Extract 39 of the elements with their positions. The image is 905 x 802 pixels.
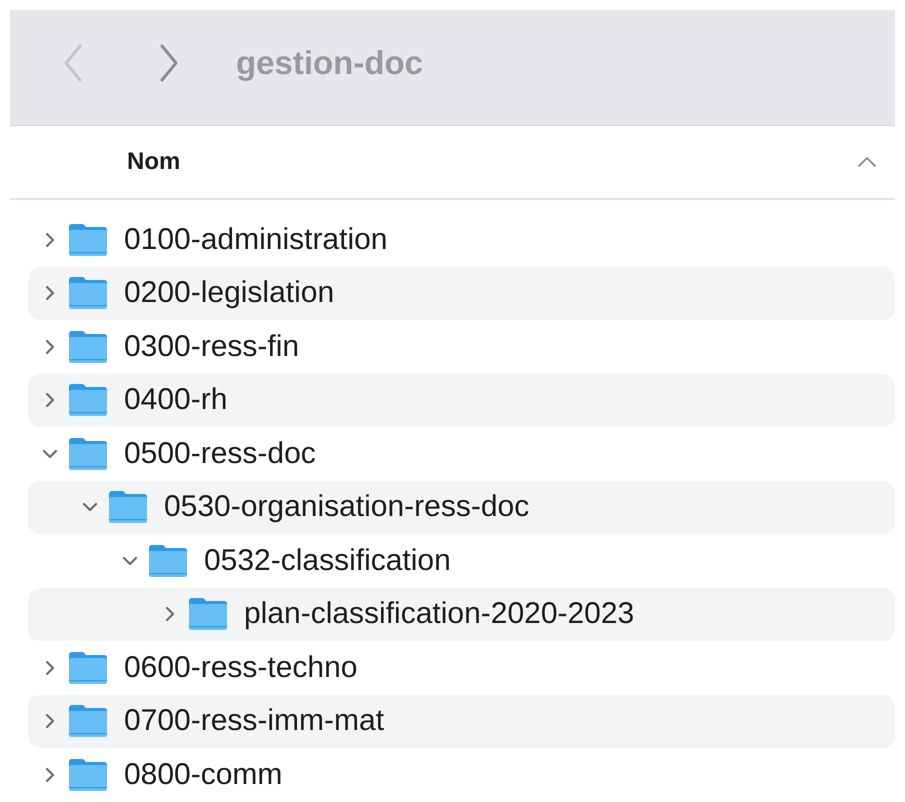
column-label: Nom <box>127 148 182 176</box>
folder-name: 0530-organisation-ress-doc <box>164 490 530 524</box>
folder-row[interactable]: 0800-comm <box>28 748 895 802</box>
folder-row[interactable]: 0700-ress-imm-mat <box>28 694 895 748</box>
folder-icon <box>68 758 108 792</box>
folder-icon <box>68 650 108 685</box>
folder-row[interactable]: 0100-administration <box>28 213 895 266</box>
folder-name: 0600-ress-techno <box>124 650 358 685</box>
forward-button[interactable] <box>158 42 180 82</box>
chevron-left-icon <box>62 42 84 82</box>
folder-row[interactable]: 0200-legislation <box>28 266 895 320</box>
folder-icon <box>68 383 108 418</box>
folder-name: 0500-ress-doc <box>124 436 316 471</box>
folder-row[interactable]: 0400-rh <box>28 374 895 427</box>
folder-row[interactable]: 0530-organisation-ress-doc <box>28 480 895 534</box>
folder-icon <box>68 436 108 471</box>
folder-row[interactable]: 0600-ress-techno <box>28 641 895 694</box>
folder-name: 0100-administration <box>124 222 388 257</box>
folder-name: plan-classification-2020-2023 <box>244 597 634 632</box>
chevron-right-icon <box>158 42 180 82</box>
folder-icon <box>68 222 108 257</box>
folder-icon <box>68 330 108 364</box>
folder-name: 0532-classification <box>204 544 451 578</box>
folder-name: 0700-ress-imm-mat <box>124 704 384 738</box>
folder-icon <box>68 276 108 310</box>
folder-name: 0800-comm <box>124 758 282 792</box>
folder-icon <box>108 490 148 524</box>
folder-icon <box>68 704 108 738</box>
column-header[interactable]: Nom <box>10 126 895 200</box>
folder-row[interactable]: plan-classification-2020-2023 <box>28 588 895 641</box>
folder-name: 0400-rh <box>124 383 228 418</box>
folder-row[interactable]: 0532-classification <box>28 534 895 588</box>
folder-icon <box>148 544 188 578</box>
window-title: gestion-doc <box>236 44 423 82</box>
folder-row[interactable]: 0500-ress-doc <box>28 427 895 480</box>
folder-name: 0300-ress-fin <box>124 330 300 364</box>
folder-row[interactable]: 0300-ress-fin <box>28 320 895 374</box>
folder-icon <box>188 597 228 632</box>
folder-name: 0200-legislation <box>124 276 334 310</box>
